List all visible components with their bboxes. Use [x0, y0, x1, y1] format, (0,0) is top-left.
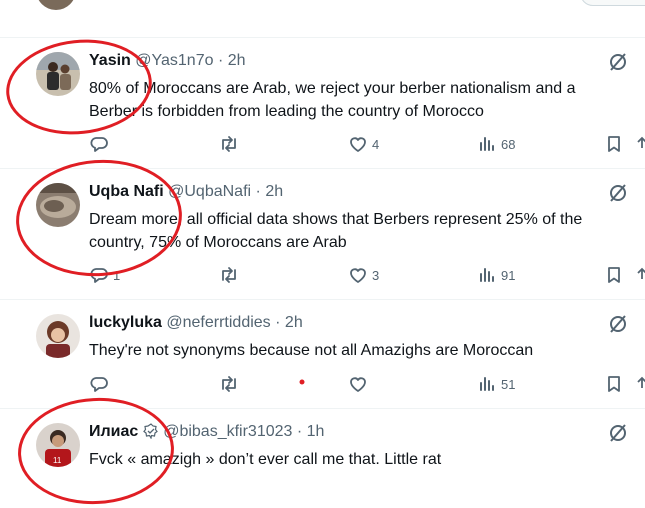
display-name[interactable]: Yasin: [89, 52, 131, 69]
retweet-icon: [222, 136, 236, 152]
handle[interactable]: @Yas1n7o: [135, 52, 213, 69]
tweet-text-line: 80% of Moroccans are Arab, we reject you…: [89, 80, 576, 97]
tweet-text: Dream more, all official data shows that…: [89, 208, 629, 254]
tweet-text-line: country, 75% of Moroccans are Arab: [89, 234, 347, 251]
reply-button[interactable]: [89, 134, 109, 154]
like-button[interactable]: 4: [348, 134, 379, 154]
grok-icon[interactable]: [608, 183, 628, 203]
views-icon: [480, 137, 494, 151]
reply-button[interactable]: [89, 374, 109, 394]
bookmark-button[interactable]: [604, 134, 624, 154]
share-icon: [637, 267, 645, 279]
handle[interactable]: @neferrtiddies: [166, 314, 270, 331]
like-count: 3: [372, 267, 380, 283]
timestamp[interactable]: 1h: [307, 423, 325, 440]
reply-icon: [90, 268, 108, 283]
like-icon: [350, 268, 366, 283]
reply-button[interactable]: 1: [89, 265, 120, 285]
share-button[interactable]: [636, 374, 645, 394]
previous-avatar: [36, 0, 76, 10]
like-button[interactable]: [348, 374, 368, 394]
tweet-uqba-nafi[interactable]: Uqba Nafi @UqbaNafi · 2h Dream more, all…: [0, 168, 645, 299]
tweet-text-line: They're not synonyms because not all Ama…: [89, 342, 534, 359]
handle[interactable]: @bibas_kfir31023: [163, 423, 292, 440]
avatar[interactable]: [36, 314, 80, 358]
tweet-text-line: Dream more, all official data shows that…: [89, 211, 583, 228]
display-name[interactable]: Илиас: [89, 423, 138, 440]
view-count: 51: [501, 376, 516, 392]
previous-tweet-remnant: [0, 0, 645, 14]
share-button[interactable]: [636, 134, 645, 154]
previous-button-edge[interactable]: [580, 0, 645, 6]
bookmark-button[interactable]: [604, 374, 624, 394]
views-icon: [480, 377, 494, 391]
tweet-text-line: Fvck « amazigh » don’t ever call me that…: [89, 451, 442, 468]
retweet-icon: [222, 267, 236, 283]
view-count: 68: [501, 136, 516, 152]
bookmark-icon: [608, 267, 620, 283]
timestamp[interactable]: 2h: [265, 183, 283, 200]
views-icon: [480, 268, 494, 282]
timestamp[interactable]: 2h: [228, 52, 246, 69]
reply-count: 1: [113, 267, 121, 283]
separator: ·: [275, 314, 281, 331]
display-name[interactable]: luckyluka: [89, 314, 162, 331]
like-icon: [350, 377, 366, 392]
avatar[interactable]: [36, 183, 80, 227]
tweet-ilias[interactable]: 11 Илиас @bibas_kfir31023 · 1h Fvck « am…: [0, 408, 645, 487]
bookmark-icon: [608, 136, 620, 152]
views-button[interactable]: 51: [477, 374, 515, 394]
reply-icon: [90, 137, 108, 152]
tweet-yasin[interactable]: Yasin @Yas1n7o · 2h 80% of Moroccans are…: [0, 37, 645, 168]
retweet-icon: [222, 376, 236, 392]
svg-text:11: 11: [53, 456, 62, 465]
reply-icon: [90, 377, 108, 392]
like-count: 4: [372, 136, 380, 152]
separator: ·: [296, 423, 303, 440]
grok-icon[interactable]: [608, 314, 628, 334]
share-icon: [637, 136, 645, 148]
retweet-button[interactable]: [218, 374, 240, 394]
tweet-text: 80% of Moroccans are Arab, we reject you…: [89, 77, 629, 123]
tweet-text: They're not synonyms because not all Ama…: [89, 339, 629, 362]
tweet-luckyluka[interactable]: luckyluka @neferrtiddies · 2h They're no…: [0, 299, 645, 408]
avatar[interactable]: [36, 52, 80, 96]
retweet-button[interactable]: [218, 134, 240, 154]
share-icon: [637, 376, 645, 388]
display-name[interactable]: Uqba Nafi: [89, 183, 164, 200]
like-button[interactable]: 3: [348, 265, 379, 285]
share-button[interactable]: [636, 265, 645, 285]
views-button[interactable]: 68: [477, 134, 515, 154]
views-button[interactable]: 91: [477, 265, 515, 285]
red-marker-dot: [298, 378, 306, 386]
tweet-text-line: Berber is forbidden from leading the cou…: [89, 103, 484, 120]
bookmark-icon: [608, 376, 620, 392]
timestamp[interactable]: 2h: [285, 314, 303, 331]
bookmark-button[interactable]: [604, 265, 624, 285]
separator: ·: [255, 183, 261, 200]
avatar[interactable]: 11: [36, 423, 80, 467]
tweet-text: Fvck « amazigh » don’t ever call me that…: [89, 448, 629, 471]
view-count: 91: [501, 267, 516, 283]
retweet-button[interactable]: [218, 265, 240, 285]
grok-icon[interactable]: [608, 52, 628, 72]
grok-icon[interactable]: [608, 423, 628, 443]
separator: ·: [217, 52, 224, 69]
like-icon: [350, 137, 366, 152]
handle[interactable]: @UqbaNafi: [168, 183, 251, 200]
verified-badge-icon[interactable]: [142, 423, 159, 444]
